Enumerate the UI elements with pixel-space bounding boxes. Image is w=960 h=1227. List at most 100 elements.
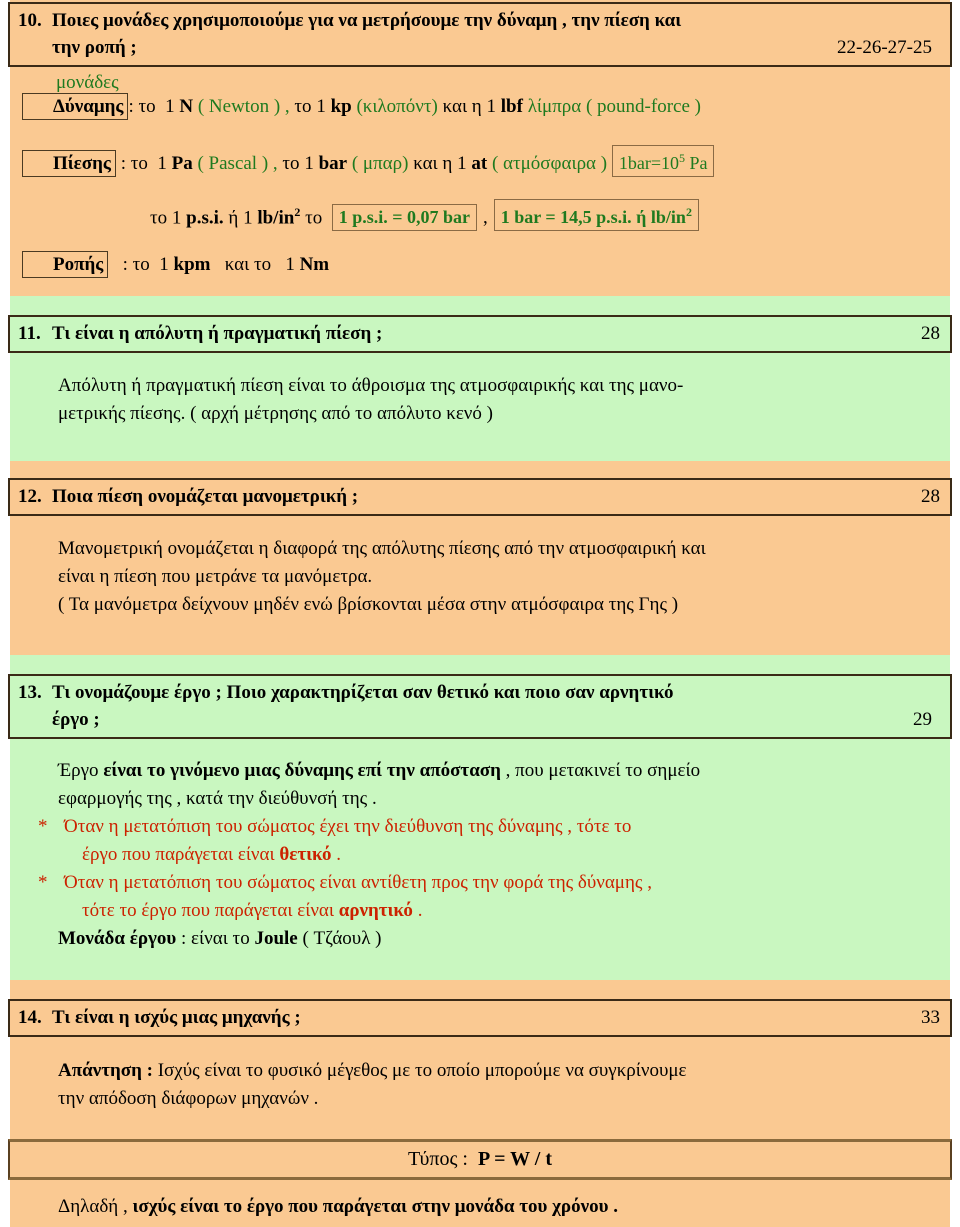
units-heading: μονάδες bbox=[56, 72, 119, 93]
answer-13-negative-word: αρνητικό bbox=[338, 900, 413, 921]
answer-13-bullet-2-line1: Όταν η μετατόπιση του σώματος είναι αντί… bbox=[64, 872, 652, 893]
torque-u2-symbol: Nm bbox=[299, 254, 330, 275]
question-text-line1: Ποια πίεση ονομάζεται μανομετρική ; bbox=[52, 486, 359, 507]
answer-12-line2: είναι η πίεση που μετράνε τα μανόμετρα. bbox=[58, 566, 373, 587]
answer-14-line1: Απάντηση : Ισχύς είναι το φυσικό μέγεθος… bbox=[58, 1057, 687, 1084]
force-label-box: Δύναμης bbox=[22, 93, 129, 120]
document-page: 10. Ποιες μονάδες χρησιμοποιούμε για να μ… bbox=[0, 0, 960, 1227]
answer-14-closing: Δηλαδή , ισχύς είναι το έργο που παράγετ… bbox=[58, 1193, 618, 1220]
answer-13-bullet-2-line2-text: τότε το έργο που παράγεται είναι bbox=[82, 900, 339, 921]
torque-colon: : το bbox=[122, 254, 150, 275]
question-text-line2: έργο ; bbox=[52, 709, 100, 730]
psi-n1: 1 bbox=[171, 207, 182, 229]
question-box-14: 14. Τι είναι η ισχύς μιας μηχανής ; 33 bbox=[8, 999, 952, 1037]
answer-13-bullet-1-line2: έργο που παράγεται είναι θετικό . bbox=[82, 841, 341, 868]
force-u3-name: λίμπρα bbox=[527, 96, 582, 117]
pressure-u2-num: 1 bbox=[304, 153, 314, 174]
force-u2-name: (κιλοπόντ) bbox=[356, 96, 438, 117]
psi-conversion-box-2-exponent: 2 bbox=[685, 205, 692, 220]
psi-comma: , bbox=[482, 207, 488, 229]
force-u3-name2: ( pound-force ) bbox=[585, 96, 701, 117]
answer-label: Απάντηση : bbox=[58, 1060, 153, 1081]
psi-s2-exponent: 2 bbox=[294, 205, 301, 219]
torque-mid: και το bbox=[224, 254, 272, 275]
question-number: 10. bbox=[18, 10, 42, 31]
question-number: 12. bbox=[18, 486, 42, 507]
answer-13-definition-bold: είναι το γινόμενο μιας δύναμης επί την α… bbox=[103, 760, 501, 781]
answer-13-bullet-1-line1: Όταν η μετατόπιση του σώματος έχει την δ… bbox=[64, 816, 632, 837]
work-unit-greek: ( Τζάουλ ) bbox=[297, 928, 382, 949]
answer-13-ergo-word: Έργο bbox=[58, 760, 104, 781]
question-box-13: 13. Τι ονομάζουμε έργο ; Ποιο χαρακτηρίζε… bbox=[8, 674, 952, 739]
units-force-row: Δύναμης: το 1 N ( Newton ) , το 1 kp (κι… bbox=[22, 93, 701, 120]
pressure-u3-num: 1 bbox=[457, 153, 467, 174]
bar-conversion-text: 1bar=10 bbox=[618, 153, 679, 173]
psi-or: ή bbox=[228, 207, 239, 229]
pressure-mid2: και η bbox=[413, 153, 453, 174]
force-u1-num: 1 bbox=[165, 96, 175, 117]
work-unit-colon: : είναι το bbox=[176, 928, 255, 949]
psi-conversion-box-2-text: 1 bar = 14,5 p.s.i. ή lb/in bbox=[500, 207, 686, 228]
answer-13-line2: εφαρμογής της , κατά την διεύθυνσή της . bbox=[58, 788, 377, 809]
units-torque-row: Ροπής : το 1 kpm και το 1 Nm bbox=[22, 251, 329, 278]
bar-conversion-tail: Pa bbox=[684, 153, 708, 173]
power-formula-box: Τύπος : P = W / t bbox=[8, 1139, 952, 1180]
answer-13-bullet-2-line2: τότε το έργο που παράγεται είναι αρνητικ… bbox=[82, 897, 422, 924]
question-text-line1: Τι είναι η απόλυτη ή πραγματική πίεση ; bbox=[52, 323, 383, 344]
answer-13-positive-word: θετικό bbox=[279, 844, 332, 865]
force-u1-name: ( Newton ) , bbox=[197, 96, 290, 117]
question-number: 13. bbox=[18, 682, 42, 703]
answer-13-definition-tail: , που μετακινεί το σημείο bbox=[500, 760, 701, 781]
force-u3-symbol: lbf bbox=[500, 96, 523, 117]
answer-13-bullet-1-marker: * bbox=[38, 816, 48, 837]
psi-s1: p.s.i. bbox=[186, 207, 224, 229]
closing-statement: ισχύς είναι το έργο που παράγεται στην μ… bbox=[132, 1196, 618, 1217]
force-u1-symbol: N bbox=[179, 96, 194, 117]
answer-13-bullet-2-marker: * bbox=[38, 872, 48, 893]
torque-label-box: Ροπής bbox=[22, 251, 109, 278]
work-unit-joule: Joule bbox=[254, 928, 298, 949]
question-box-12: 12. Ποια πίεση ονομάζεται μανομετρική ; 2… bbox=[8, 478, 952, 516]
question-box-10: 10. Ποιες μονάδες χρησιμοποιούμε για να μ… bbox=[8, 2, 952, 67]
units-pressure-row: Πίεσης : το 1 Pa ( Pascal ) , το 1 bar (… bbox=[22, 145, 715, 177]
pressure-u3-symbol: at bbox=[471, 153, 488, 174]
psi-mid: το bbox=[305, 207, 323, 229]
force-u2-num: 1 bbox=[316, 96, 326, 117]
psi-pre: το bbox=[150, 207, 168, 229]
question-text-line1: Τι ονομάζουμε έργο ; Ποιο χαρακτηρίζεται… bbox=[52, 682, 674, 703]
torque-u2-num: 1 bbox=[285, 254, 295, 275]
torque-u1-num: 1 bbox=[159, 254, 169, 275]
pressure-u2-name: ( μπαρ) bbox=[351, 153, 409, 174]
answer-13-bullet-1-line2-tail: . bbox=[331, 844, 342, 865]
formula-label: Τύπος : bbox=[408, 1148, 468, 1170]
force-u2-symbol: kp bbox=[330, 96, 352, 117]
force-colon: : το bbox=[128, 96, 156, 117]
psi-conversion-box-2: 1 bar = 14,5 p.s.i. ή lb/in2 bbox=[493, 199, 699, 232]
pressure-u1-symbol: Pa bbox=[171, 153, 193, 174]
bar-conversion-box: 1bar=105 Pa bbox=[611, 145, 715, 177]
closing-prefix: Δηλαδή , bbox=[58, 1196, 133, 1217]
pressure-u1-num: 1 bbox=[157, 153, 167, 174]
answer-14-line2: την απόδοση διάφορων μηχανών . bbox=[58, 1088, 319, 1109]
force-mid2: και η bbox=[442, 96, 482, 117]
answer-11-line2: μετρικής πίεσης. ( αρχή μέτρησης από το … bbox=[58, 403, 493, 424]
answer-11-line1: Απόλυτη ή πραγματική πίεση είναι το άθρο… bbox=[58, 375, 684, 396]
pressure-u1-name: ( Pascal ) , bbox=[197, 153, 278, 174]
answer-12-line3: ( Τα μανόμετρα δείχνουν μηδέν ενώ βρίσκο… bbox=[58, 594, 679, 615]
formula-value: P = W / t bbox=[477, 1148, 552, 1170]
question-number: 11. bbox=[18, 323, 41, 344]
pressure-label-box: Πίεσης bbox=[22, 150, 116, 177]
units-psi-row: το 1 p.s.i. ή 1 lb/in2 το 1 p.s.i. = 0,0… bbox=[150, 199, 699, 232]
answer-13-line1: Έργο είναι το γινόμενο μιας δύναμης επί … bbox=[58, 757, 700, 784]
question-page-ref: 33 bbox=[921, 1007, 940, 1028]
pressure-colon: : το bbox=[120, 153, 148, 174]
force-u3-num: 1 bbox=[486, 96, 497, 117]
psi-conversion-box-1: 1 p.s.i. = 0,07 bar bbox=[331, 204, 477, 232]
answer-13-bullet-1-line2-text: έργο που παράγεται είναι bbox=[82, 844, 280, 865]
work-unit-label: Μονάδα έργου bbox=[58, 928, 177, 949]
answer-13-unit-line: Μονάδα έργου : είναι το Joule ( Τζάουλ ) bbox=[58, 925, 382, 952]
question-page-ref: 28 bbox=[921, 486, 940, 507]
question-page-ref: 29 bbox=[913, 709, 932, 730]
question-text-line2: την ροπή ; bbox=[52, 37, 137, 58]
question-number: 14. bbox=[18, 1007, 42, 1028]
